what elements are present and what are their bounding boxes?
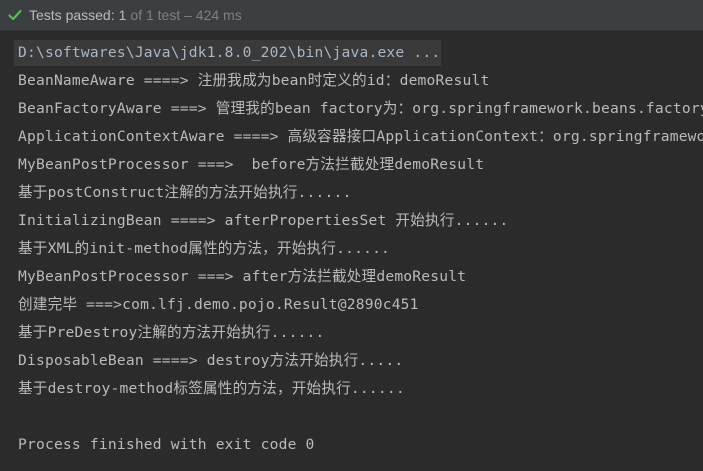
console-line: BeanNameAware ====> 注册我成为bean时定义的id：demo…: [18, 72, 490, 89]
check-icon: [7, 7, 23, 23]
console-line: 基于PreDestroy注解的方法开始执行......: [18, 324, 325, 341]
console-output[interactable]: D:\softwares\Java\jdk1.8.0_202\bin\java.…: [0, 32, 703, 471]
console-line: BeanFactoryAware ===> 管理我的bean factory为：…: [18, 100, 703, 117]
console-line: MyBeanPostProcessor ===> before方法拦截处理dem…: [18, 156, 485, 173]
console-line: 基于postConstruct注解的方法开始执行......: [18, 184, 352, 201]
command-line[interactable]: D:\softwares\Java\jdk1.8.0_202\bin\java.…: [18, 43, 440, 63]
console-line: MyBeanPostProcessor ===> after方法拦截处理demo…: [18, 268, 467, 285]
exit-message: Process finished with exit code 0: [18, 436, 315, 453]
console-line: ApplicationContextAware ====> 高级容器接口Appl…: [18, 128, 703, 145]
status-label: Tests passed:: [29, 7, 115, 23]
status-detail: of 1 test – 424 ms: [130, 7, 242, 23]
console-line: InitializingBean ====> afterPropertiesSe…: [18, 212, 509, 229]
console-line: 基于destroy-method标签属性的方法，开始执行......: [18, 380, 405, 397]
run-tool-window: Tests passed: 1 of 1 test – 424 ms D:\so…: [0, 0, 703, 471]
console-line: 基于XML的init-method属性的方法，开始执行......: [18, 240, 391, 257]
test-status-bar: Tests passed: 1 of 1 test – 424 ms: [0, 0, 703, 31]
status-count: 1: [118, 7, 127, 23]
console-line: 创建完毕 ===>com.lfj.demo.pojo.Result@2890c4…: [18, 296, 419, 313]
console-line: DisposableBean ====> destroy方法开始执行.....: [18, 352, 404, 369]
